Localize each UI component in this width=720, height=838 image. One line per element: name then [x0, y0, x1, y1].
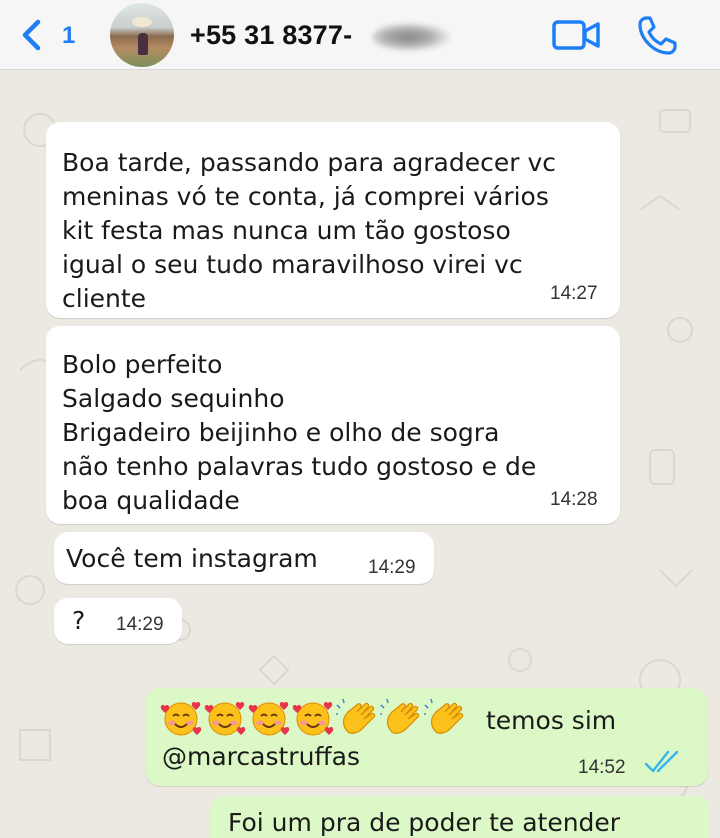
- read-receipt-icon: [644, 750, 679, 773]
- message-time: 14:27: [550, 283, 598, 304]
- smiling-face-with-hearts-icon: [204, 701, 246, 736]
- message-text: @marcastruffas: [162, 742, 360, 771]
- unread-count: 1: [62, 22, 76, 49]
- message-line: cliente: [62, 284, 147, 313]
- clapping-hands-icon: [336, 698, 376, 734]
- message-text: Você tem instagram: [66, 544, 318, 573]
- message-bubble-incoming[interactable]: Bolo perfeito Salgado sequinho Brigadeir…: [46, 326, 620, 524]
- avatar-sun: [132, 17, 152, 27]
- message-line: Boa tarde, passando para agradecer vc: [62, 148, 556, 177]
- back-button[interactable]: 1: [18, 14, 82, 58]
- message-line: igual o seu tudo maravilhoso virei vc: [62, 250, 523, 279]
- contact-name[interactable]: +55 31 8377-: [190, 20, 352, 51]
- smiling-face-with-hearts-icon: [248, 701, 290, 736]
- message-line: Brigadeiro beijinho e olho de sogra: [62, 418, 500, 447]
- message-text: Bolo perfeito Salgado sequinho Brigadeir…: [62, 348, 536, 518]
- phone-icon[interactable]: [636, 13, 680, 57]
- message-line: Bolo perfeito: [62, 350, 223, 379]
- avatar[interactable]: [110, 3, 174, 67]
- message-text: ?: [72, 606, 86, 635]
- message-bubble-incoming[interactable]: ? 14:29: [54, 598, 182, 644]
- message-line: boa qualidade: [62, 486, 240, 515]
- emoji-row: [160, 698, 468, 738]
- clapping-hands-icon: [380, 698, 420, 734]
- message-time: 14:29: [368, 557, 416, 578]
- message-time: 14:52: [578, 757, 626, 778]
- smiling-face-with-hearts-icon: [292, 701, 334, 736]
- chevron-left-icon: [22, 19, 41, 51]
- message-bubble-incoming[interactable]: Boa tarde, passando para agradecer vc me…: [46, 122, 620, 318]
- message-time: 14:28: [550, 489, 598, 510]
- message-line: Salgado sequinho: [62, 384, 285, 413]
- message-text: Foi um pra de poder te atender: [228, 808, 621, 837]
- message-line: kit festa mas nunca um tão gostoso: [62, 216, 511, 245]
- video-camera-icon[interactable]: [552, 18, 602, 52]
- avatar-person: [138, 33, 148, 55]
- message-time: 14:29: [116, 614, 164, 635]
- message-text: Boa tarde, passando para agradecer vc me…: [62, 146, 556, 316]
- message-bubble-incoming[interactable]: Você tem instagram 14:29: [54, 532, 434, 584]
- message-line: não tenho palavras tudo gostoso e de: [62, 452, 537, 481]
- message-text: temos sim: [486, 706, 617, 735]
- chat-header: 1 +55 31 8377-: [0, 0, 720, 70]
- message-line: meninas vó te conta, já comprei vários: [62, 182, 549, 211]
- smiling-face-with-hearts-icon: [160, 701, 202, 736]
- message-bubble-outgoing[interactable]: temos sim @marcastruffas 14:52: [146, 688, 708, 786]
- clapping-hands-icon: [424, 698, 464, 734]
- message-bubble-outgoing[interactable]: Foi um pra de poder te atender: [210, 796, 710, 838]
- redaction-blur: [372, 22, 452, 52]
